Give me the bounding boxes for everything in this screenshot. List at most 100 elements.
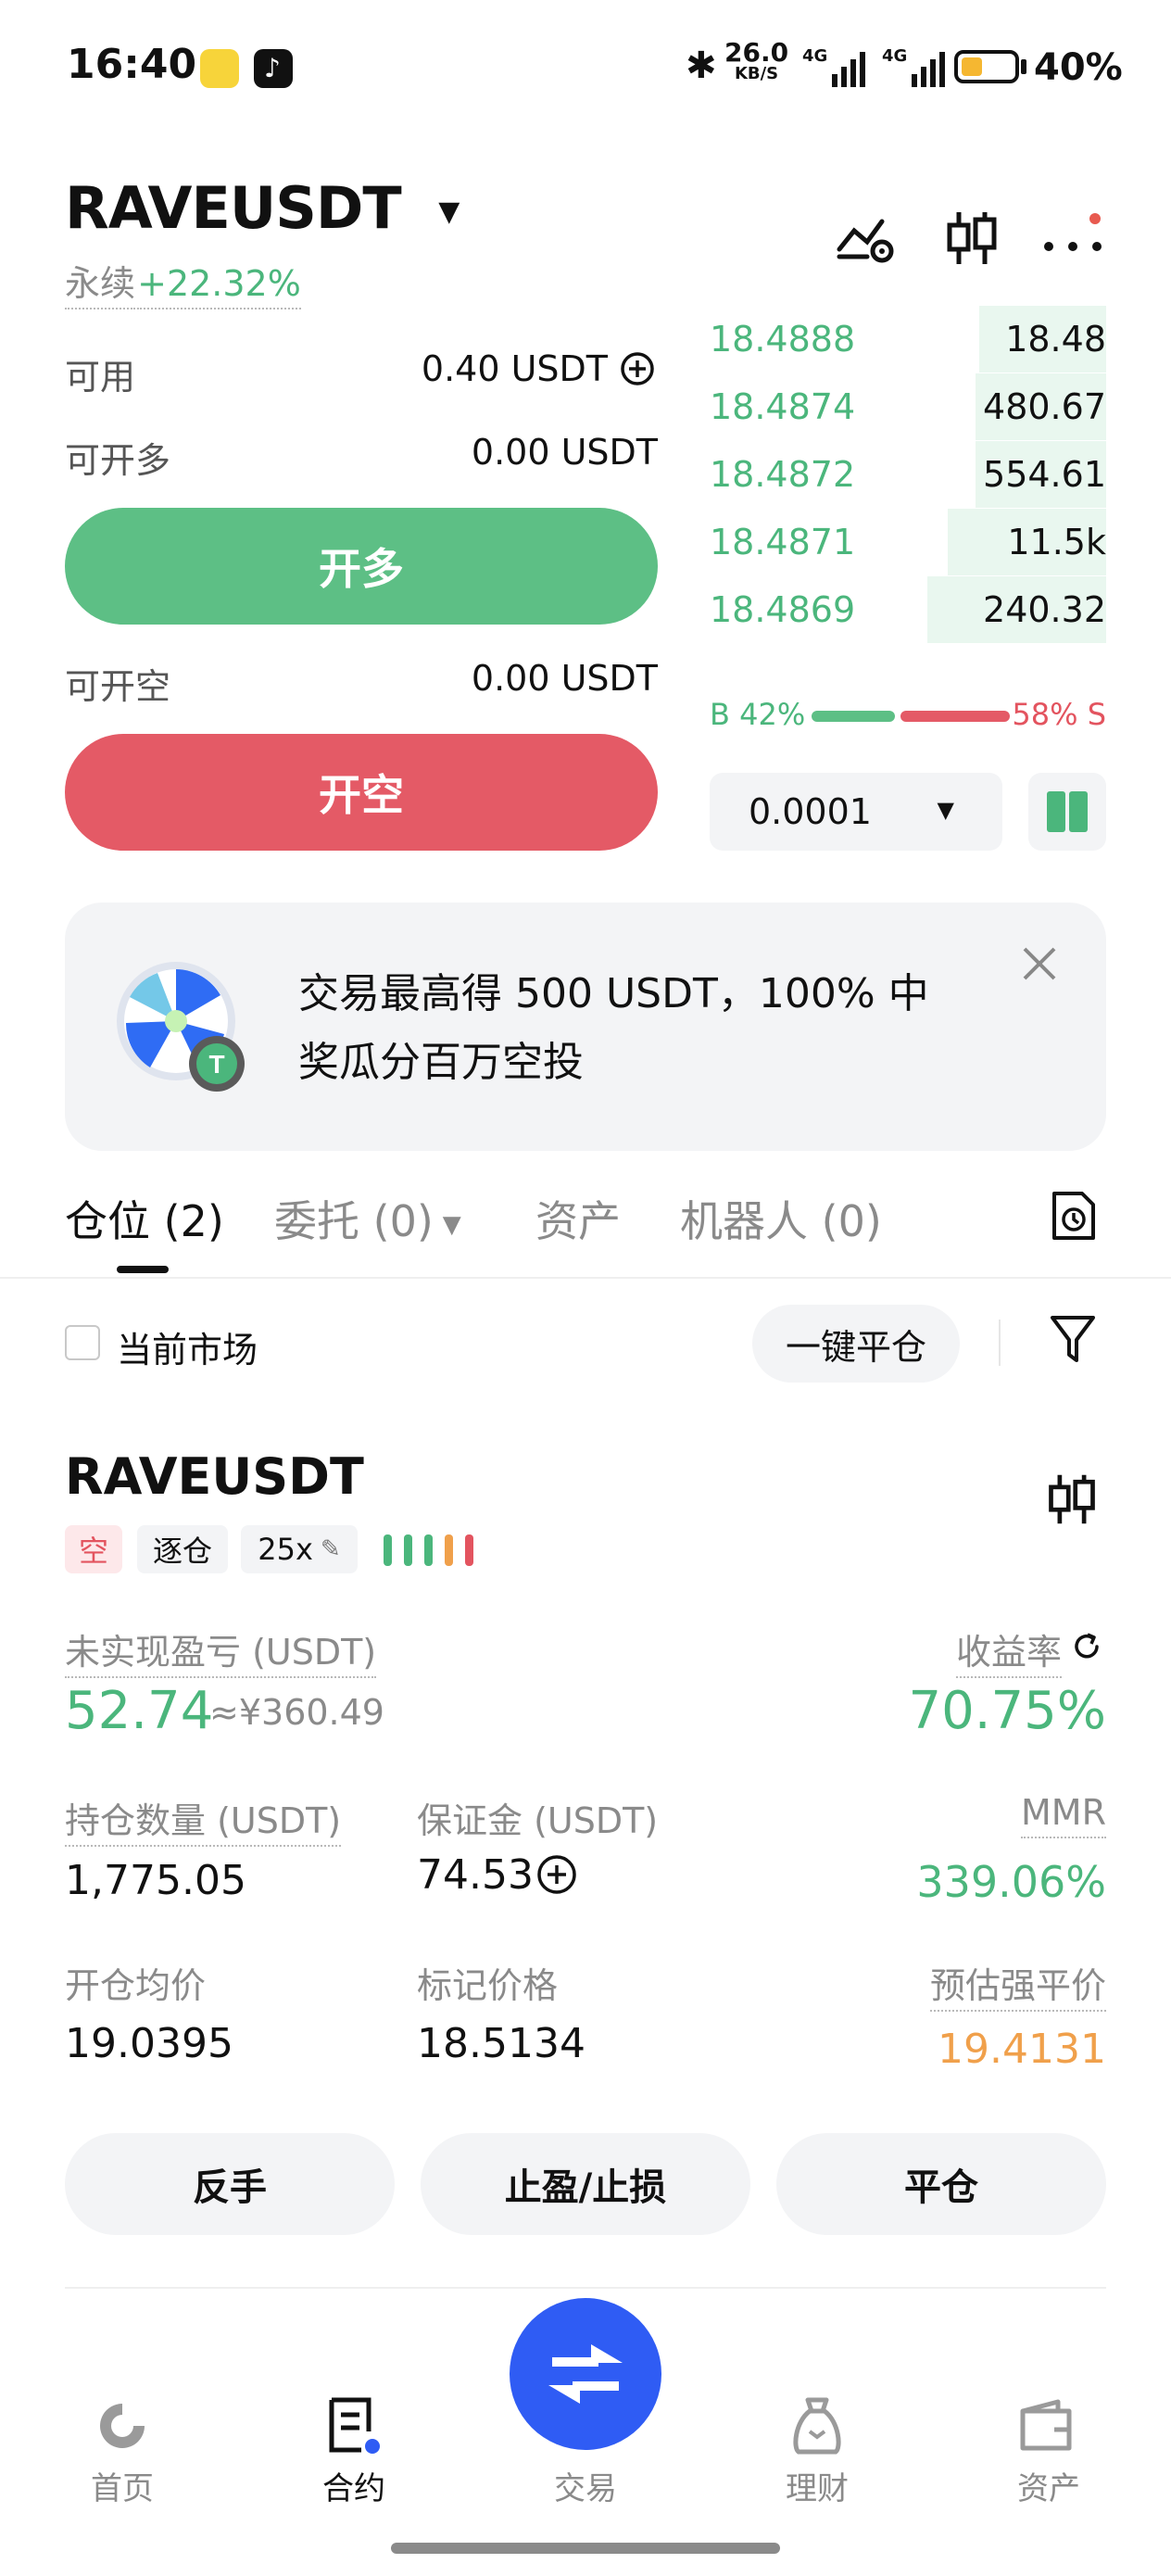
available-value: 0.40 USDT xyxy=(421,348,608,389)
unrealized-pnl-value: 52.74 xyxy=(65,1681,214,1741)
candlestick-icon[interactable] xyxy=(1045,1471,1099,1531)
orderbook-qty: 11.5k xyxy=(1007,522,1106,562)
open-short-label: 可开空 xyxy=(65,666,171,707)
more-menu-icon[interactable] xyxy=(1039,202,1108,271)
unrealized-pnl-label: 未实现盈亏 (USDT) xyxy=(65,1632,377,1678)
refresh-icon[interactable] xyxy=(1069,1629,1104,1668)
tabs-divider xyxy=(0,1277,1171,1279)
mmr-label: MMR xyxy=(1021,1792,1106,1838)
wallet-icon xyxy=(1020,2399,1072,2451)
orderbook-qty: 480.67 xyxy=(983,386,1106,427)
transfer-plus-icon[interactable] xyxy=(619,350,656,391)
position-size-value: 1,775.05 xyxy=(65,1857,246,1904)
edit-icon: ✎ xyxy=(320,1535,341,1563)
liquidation-price-value: 19.4131 xyxy=(938,2026,1106,2073)
filter-icon[interactable] xyxy=(1049,1314,1097,1370)
risk-level-icon xyxy=(384,1534,480,1570)
leverage-badge[interactable]: 25x ✎ xyxy=(241,1525,358,1573)
sell-ratio-bar xyxy=(900,711,1010,722)
entry-price-value: 19.0395 xyxy=(65,2020,233,2067)
margin-value: 74.53 xyxy=(417,1851,534,1899)
battery-tip xyxy=(1021,59,1026,74)
side-badge: 空 xyxy=(65,1525,122,1573)
tab-assets[interactable]: 资产 xyxy=(535,1188,621,1249)
entry-price-label: 开仓均价 xyxy=(65,1965,207,2006)
active-tab-indicator xyxy=(117,1266,169,1273)
orderbook-row[interactable]: 18.4869 240.32 xyxy=(710,576,1106,643)
history-icon[interactable] xyxy=(1051,1190,1097,1245)
close-position-button[interactable]: 平仓 xyxy=(776,2133,1106,2235)
layout-sell-icon xyxy=(1069,791,1088,832)
nav-trade-button[interactable] xyxy=(510,2298,661,2450)
card-divider xyxy=(65,2287,1106,2289)
current-market-label: 当前市场 xyxy=(117,1330,258,1370)
caret-down-icon: ▼ xyxy=(937,797,954,823)
orderbook-qty: 240.32 xyxy=(983,589,1106,630)
add-margin-icon[interactable] xyxy=(535,1853,578,1900)
roi-value: 70.75% xyxy=(908,1681,1106,1741)
sell-ratio: 58% S xyxy=(1012,697,1106,732)
margin-label: 保证金 (USDT) xyxy=(417,1800,659,1841)
bluetooth-icon: ✱ xyxy=(686,44,717,87)
tab-positions[interactable]: 仓位 (2) xyxy=(65,1188,224,1249)
open-long-label: 可开多 xyxy=(65,440,171,481)
mmr-value: 339.06% xyxy=(916,1857,1106,1907)
orderbook-price: 18.4871 xyxy=(710,522,856,562)
position-size-label: 持仓数量 (USDT) xyxy=(65,1800,342,1847)
orderbook-price: 18.4874 xyxy=(710,386,856,427)
battery-percent: 40% xyxy=(1034,46,1123,89)
open-short-value: 0.00 USDT xyxy=(471,658,658,699)
filter-divider xyxy=(999,1320,1001,1366)
tiktok-notification-icon: ♪ xyxy=(254,49,293,88)
home-icon xyxy=(100,2404,145,2448)
pair-selector[interactable]: RAVEUSDT ▼ xyxy=(65,174,460,242)
orderbook-row[interactable]: 18.4874 480.67 xyxy=(710,373,1106,440)
orderbook-price: 18.4888 xyxy=(710,319,856,360)
order-book: 18.4888 18.48 18.4874 480.67 18.4872 554.61 18… xyxy=(710,306,1106,658)
unrealized-pnl-cny: ≈¥360.49 xyxy=(209,1692,384,1733)
caret-down-icon: ▼ xyxy=(442,1210,461,1239)
battery-icon xyxy=(954,50,1019,83)
orderbook-layout-toggle[interactable] xyxy=(1028,773,1106,851)
open-short-button[interactable]: 开空 xyxy=(65,734,658,851)
available-label: 可用 xyxy=(65,357,136,398)
net-speed: 26.0 KB/S xyxy=(724,37,789,83)
orderbook-qty: 554.61 xyxy=(983,454,1106,495)
tab-bots[interactable]: 机器人 (0) xyxy=(680,1188,882,1249)
reverse-button[interactable]: 反手 xyxy=(65,2133,395,2235)
orderbook-row[interactable]: 18.4872 554.61 xyxy=(710,441,1106,508)
promo-text: 交易最高得 500 USDT，100% 中 奖瓜分百万空投 xyxy=(298,970,929,1086)
layout-buy-icon xyxy=(1047,791,1065,832)
orderbook-row[interactable]: 18.4871 11.5k xyxy=(710,509,1106,575)
earn-bag-icon xyxy=(793,2397,841,2455)
futures-icon xyxy=(329,2397,380,2454)
home-indicator xyxy=(391,2543,780,2554)
open-long-value: 0.00 USDT xyxy=(471,432,658,473)
mark-price-value: 18.5134 xyxy=(417,2020,586,2067)
close-icon[interactable] xyxy=(1019,943,1060,988)
roi-label: 收益率 xyxy=(955,1632,1062,1678)
tpsl-button[interactable]: 止盈/止损 xyxy=(421,2133,750,2235)
buy-ratio: B 42% xyxy=(710,697,806,732)
mark-price-label: 标记价格 xyxy=(417,1965,559,2006)
contract-info: 永续 +22.32% xyxy=(65,255,301,309)
orderbook-row[interactable]: 18.4888 18.48 xyxy=(710,306,1106,373)
orderbook-price: 18.4872 xyxy=(710,454,856,495)
position-symbol: RAVEUSDT xyxy=(65,1447,364,1506)
swap-icon xyxy=(548,2344,623,2404)
tick-size-select[interactable]: 0.0001 ▼ xyxy=(710,773,1002,851)
margin-mode-badge: 逐仓 xyxy=(137,1525,228,1573)
promo-banner[interactable]: T 交易最高得 500 USDT，100% 中 奖瓜分百万空投 xyxy=(65,903,1106,1151)
open-long-button[interactable]: 开多 xyxy=(65,508,658,625)
close-all-button[interactable]: 一键平仓 xyxy=(752,1305,960,1383)
current-market-checkbox[interactable] xyxy=(65,1325,100,1360)
caret-down-icon: ▼ xyxy=(438,196,460,229)
pair-name: RAVEUSDT xyxy=(65,174,402,242)
prize-wheel-icon: T xyxy=(113,958,252,1097)
tab-orders[interactable]: 委托 (0) ▼ xyxy=(274,1188,461,1249)
buy-ratio-bar xyxy=(812,711,895,722)
orderbook-qty: 18.48 xyxy=(1005,319,1106,360)
candlestick-icon[interactable] xyxy=(938,204,1006,272)
price-change: +22.32% xyxy=(137,263,301,309)
chart-settings-icon[interactable] xyxy=(832,204,900,272)
